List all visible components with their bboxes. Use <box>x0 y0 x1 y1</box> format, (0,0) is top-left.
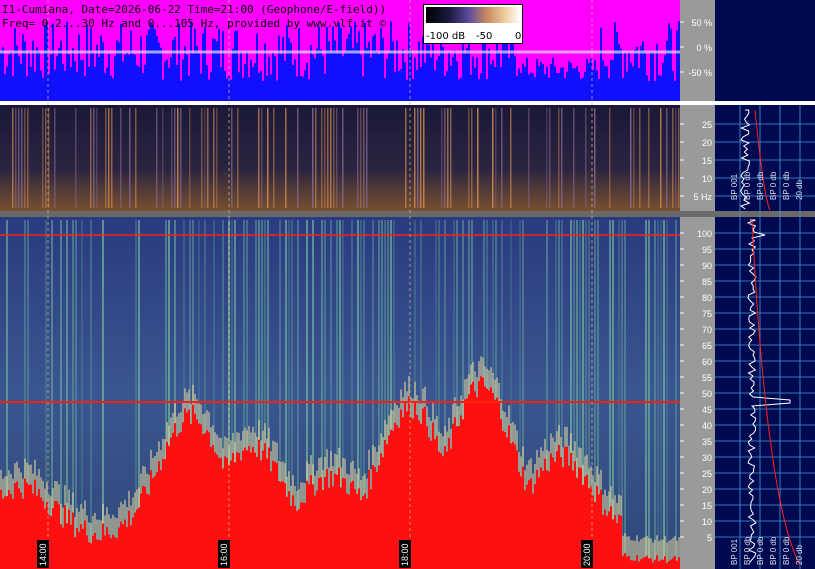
mid-side-label: BP 0 db <box>756 171 765 200</box>
top-right-panel <box>715 0 815 101</box>
header-line-frequency: Freq= 0.2...30 Hz and 0...105 Hz, provid… <box>2 17 387 30</box>
time-label: 18:00 <box>400 543 410 566</box>
mid-tick-label: 20 <box>702 138 712 148</box>
bottom-tick-label: 70 <box>702 325 712 335</box>
bottom-side-label: BP 0 db <box>782 536 791 565</box>
spectrogram-canvas: 50 %0 %-50 % 252015105 Hz 10095908580757… <box>0 0 815 569</box>
header-line-station: I1-Cumiana, Date=2026-06-22 Time=21:00 (… <box>2 3 387 16</box>
bottom-tick-label: 5 <box>707 533 712 543</box>
bottom-tick-label: 60 <box>702 357 712 367</box>
bottom-tick-label: 35 <box>702 437 712 447</box>
top-tick-label: -50 % <box>688 68 712 78</box>
bottom-side-label: BP 0 db <box>743 536 752 565</box>
time-label: 20:00 <box>582 543 592 566</box>
bottom-tick-label: 20 <box>702 485 712 495</box>
mid-tick-label: 5 Hz <box>693 192 712 202</box>
bottom-tick-label: 90 <box>702 261 712 271</box>
bottom-side-label: BP 001 <box>730 538 739 565</box>
bottom-tick-label: 25 <box>702 469 712 479</box>
colorbar-min-label: -100 dB <box>426 31 466 42</box>
top-tick-label: 50 % <box>691 18 712 28</box>
bottom-tick-label: 30 <box>702 453 712 463</box>
mid-tick-label: 10 <box>702 174 712 184</box>
bottom-tick-label: 10 <box>702 517 712 527</box>
bottom-tick-label: 65 <box>702 341 712 351</box>
top-tick-label: 0 % <box>696 43 712 53</box>
bottom-tick-label: 50 <box>702 389 712 399</box>
colorbar-mid-label: -50 <box>476 31 493 42</box>
bottom-tick-label: 80 <box>702 293 712 303</box>
colorbar-legend: -100 dB -50 0 <box>423 4 523 44</box>
bottom-side-label: BP 0 db <box>756 536 765 565</box>
wide-freq-spectrogram <box>0 217 680 569</box>
bottom-tick-label: 55 <box>702 373 712 383</box>
bottom-side-label: BP 0 db <box>769 536 778 565</box>
bottom-tick-label: 75 <box>702 309 712 319</box>
mid-side-label: 20 db <box>795 179 804 200</box>
bottom-tick-label: 100 <box>697 229 712 239</box>
mid-side-label: BP 001 <box>730 173 739 200</box>
bottom-tick-label: 45 <box>702 405 712 415</box>
mid-tick-label: 25 <box>702 120 712 130</box>
time-label: 14:00 <box>38 543 48 566</box>
bottom-side-label: 20 db <box>795 544 804 565</box>
mid-side-label: BP 0 db <box>743 171 752 200</box>
bottom-tick-label: 95 <box>702 245 712 255</box>
low-freq-spectrogram <box>0 105 680 211</box>
bottom-tick-label: 85 <box>702 277 712 287</box>
mid-side-label: BP 0 db <box>769 171 778 200</box>
bottom-tick-label: 15 <box>702 501 712 511</box>
mid-side-label: BP 0 db <box>782 171 791 200</box>
bottom-tick-label: 40 <box>702 421 712 431</box>
colorbar-gradient <box>426 7 520 23</box>
time-label: 16:00 <box>219 543 229 566</box>
colorbar-max-label: 0 <box>515 31 522 42</box>
mid-tick-label: 15 <box>702 156 712 166</box>
